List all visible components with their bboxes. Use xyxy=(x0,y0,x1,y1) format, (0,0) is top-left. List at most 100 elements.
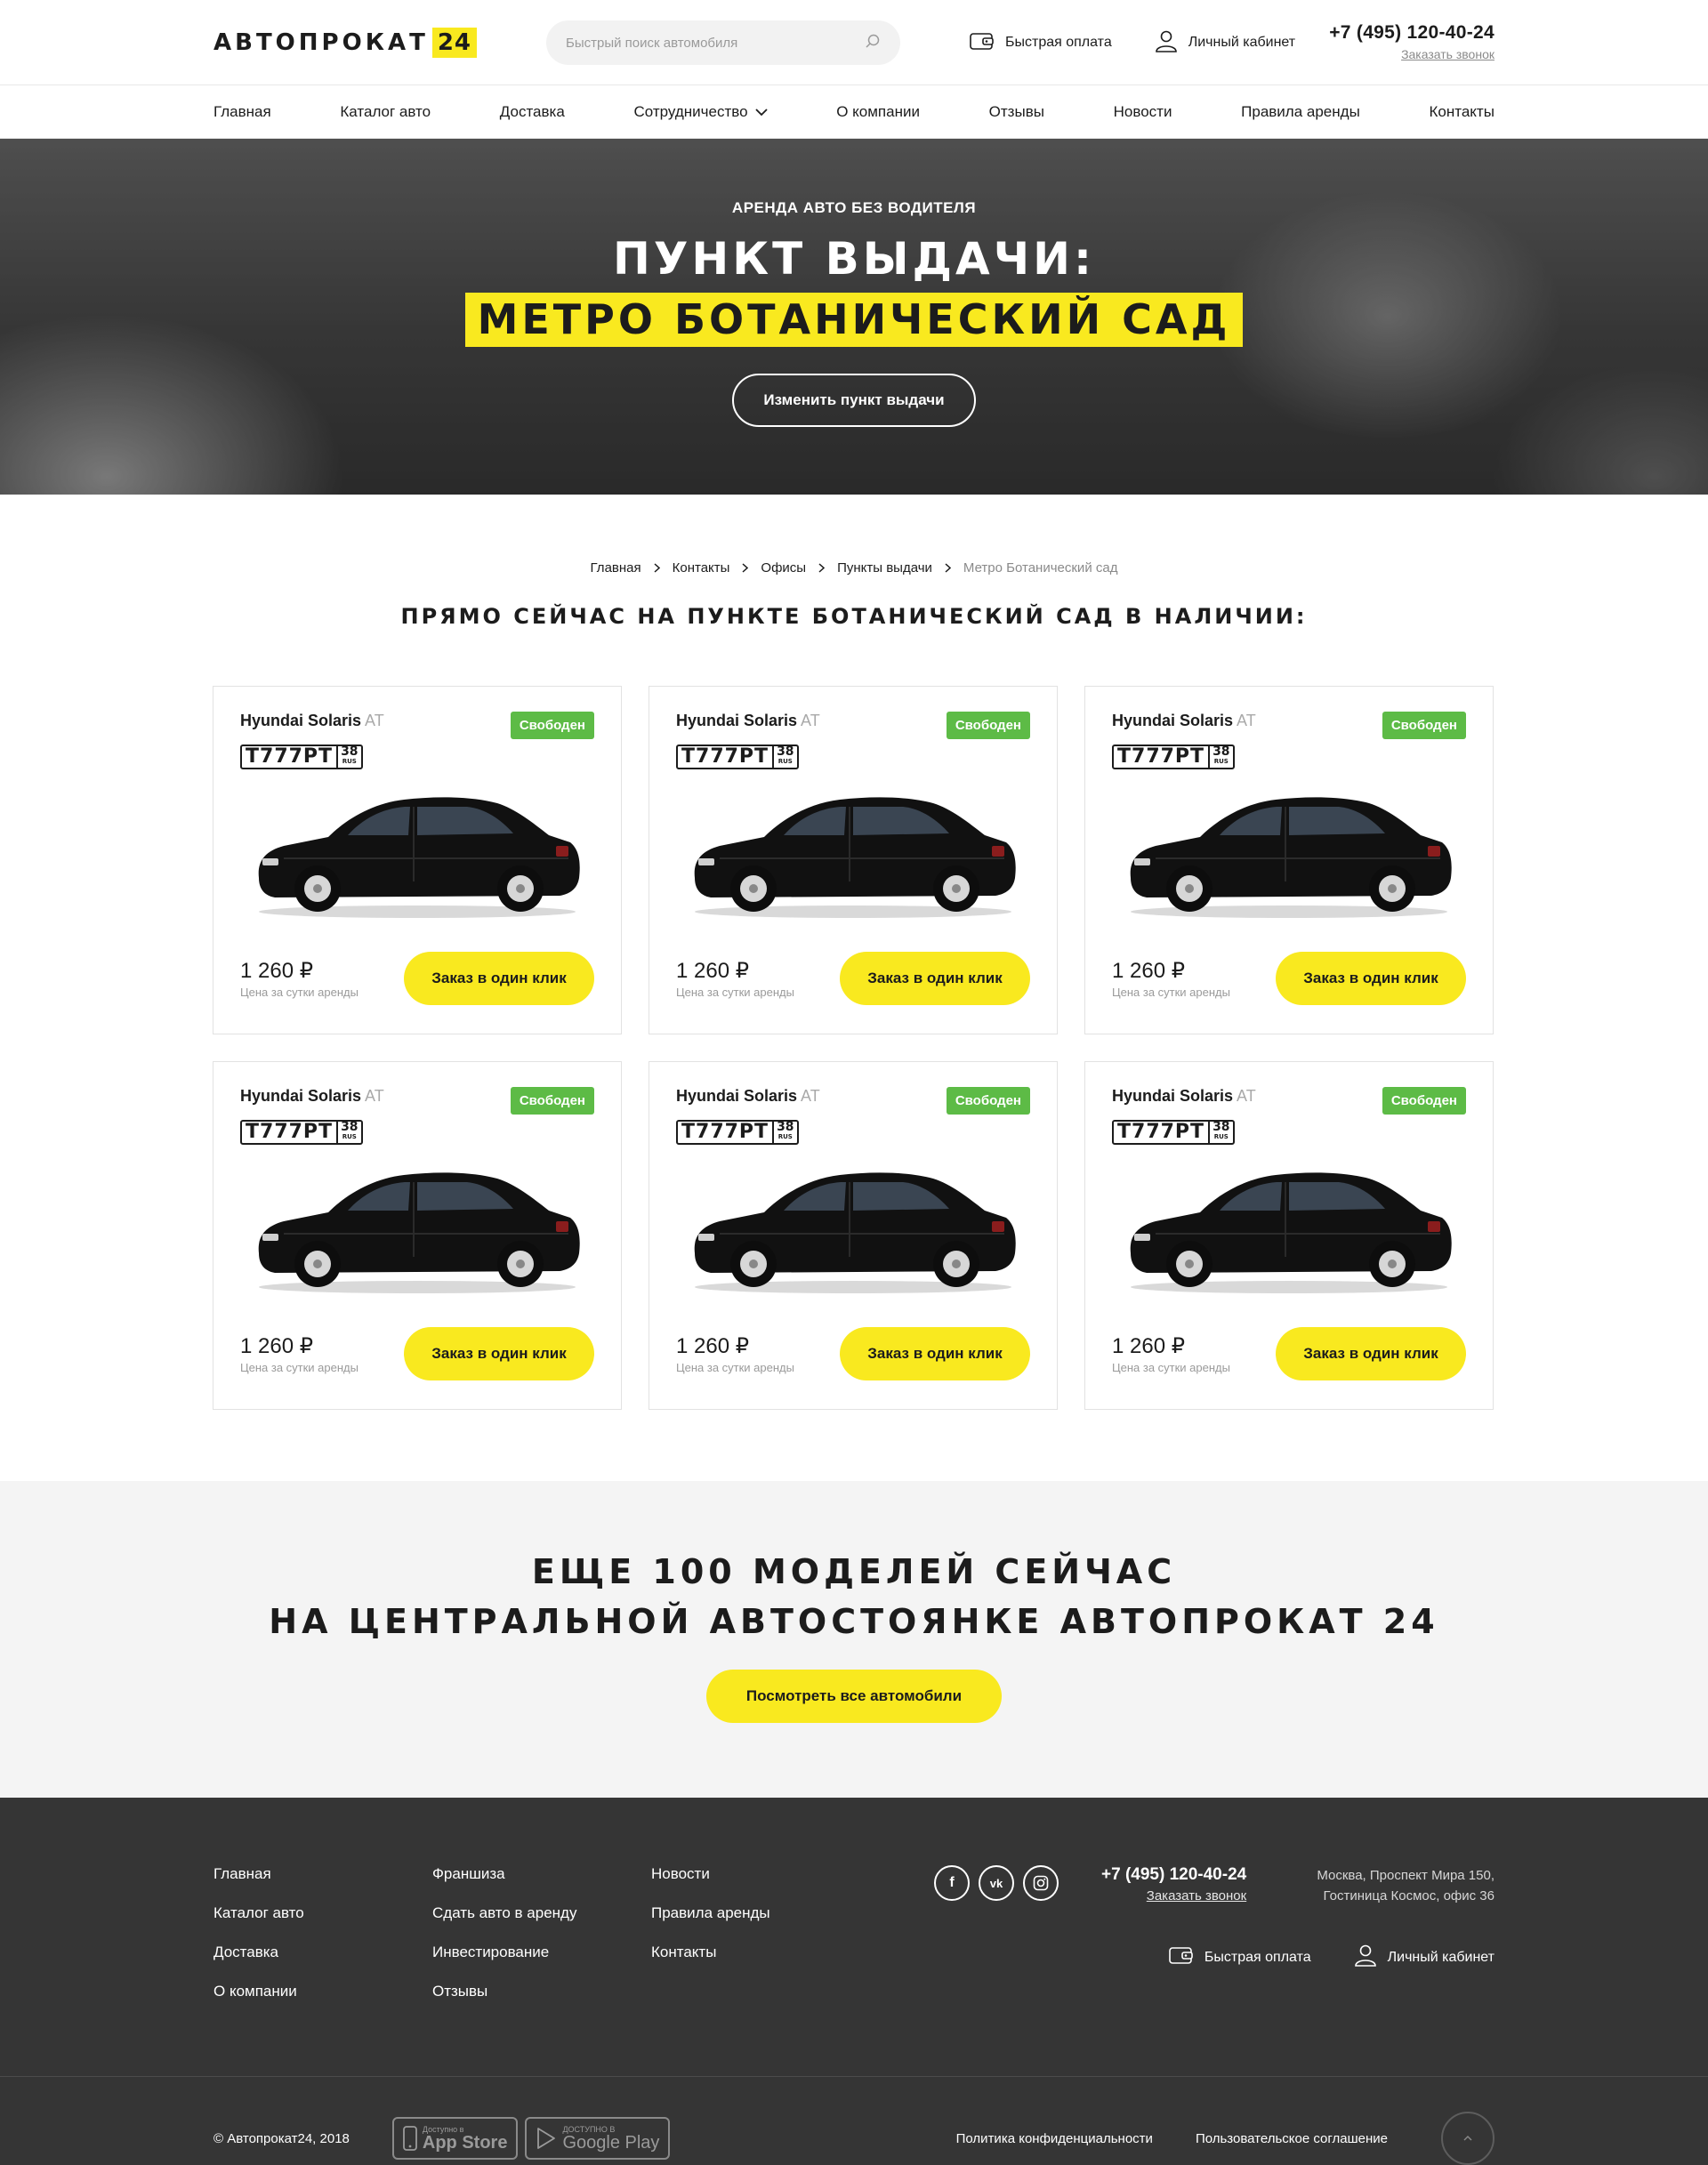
footer-link-investing[interactable]: Инвестирование xyxy=(432,1944,651,1961)
hero-kicker: АРЕНДА АВТО БЕЗ ВОДИТЕЛЯ xyxy=(731,199,977,216)
plate-number: Т777РТ xyxy=(681,1121,769,1143)
privacy-policy-link[interactable]: Политика конфиденциальности xyxy=(956,2131,1153,2146)
footer-address: Москва, Проспект Мира 150, Гостиница Кос… xyxy=(1317,1865,1494,1906)
nav-item-rules[interactable]: Правила аренды xyxy=(1241,103,1360,121)
breadcrumb-item[interactable]: Главная xyxy=(591,560,641,575)
car-name: Hyundai Solaris AT xyxy=(240,1087,384,1106)
search-icon[interactable] xyxy=(865,33,881,53)
breadcrumb-item[interactable]: Контакты xyxy=(673,560,730,575)
footer-link-contacts[interactable]: Контакты xyxy=(651,1944,870,1961)
one-click-order-button[interactable]: Заказ в один клик xyxy=(1276,1327,1466,1380)
chevron-right-icon xyxy=(818,563,826,573)
footer-nav-col3: Новости Правила аренды Контакты xyxy=(651,1865,870,2022)
car-transmission: AT xyxy=(365,1087,384,1105)
plate-region-code: 38 xyxy=(777,744,794,759)
car-card[interactable]: Hyundai Solaris AT Свободен Т777РТ 38 RUS … xyxy=(649,1061,1058,1410)
price: 1 260 ₽ xyxy=(676,1334,749,1358)
car-image xyxy=(1130,1172,1452,1293)
user-icon xyxy=(1155,29,1188,57)
car-model: Hyundai Solaris xyxy=(676,712,798,729)
license-plate: Т777РТ 38 RUS xyxy=(1112,1120,1235,1145)
one-click-order-button[interactable]: Заказ в один клик xyxy=(404,952,594,1005)
license-plate: Т777РТ 38 RUS xyxy=(240,1120,363,1145)
footer-link-delivery[interactable]: Доставка xyxy=(214,1944,432,1961)
google-play-badge[interactable]: ДОСТУПНО В Google Play xyxy=(525,2117,671,2160)
personal-cabinet-link[interactable]: Личный кабинет xyxy=(1155,29,1295,57)
facebook-icon[interactable]: f xyxy=(934,1865,970,1901)
nav-item-reviews[interactable]: Отзывы xyxy=(989,103,1044,121)
car-name: Hyundai Solaris AT xyxy=(240,712,384,730)
nav-item-catalog[interactable]: Каталог авто xyxy=(340,103,431,121)
plate-country: RUS xyxy=(1213,758,1229,765)
footer-link-reviews[interactable]: Отзывы xyxy=(432,1983,651,2000)
car-card[interactable]: Hyundai Solaris AT Свободен Т777РТ 38 RUS … xyxy=(1084,686,1494,1034)
footer-nav-col2: Франшиза Сдать авто в аренду Инвестирова… xyxy=(432,1865,651,2022)
car-transmission: AT xyxy=(365,712,384,729)
nav-item-delivery[interactable]: Доставка xyxy=(500,103,565,121)
car-card[interactable]: Hyundai Solaris AT Свободен Т777РТ 38 RUS … xyxy=(1084,1061,1494,1410)
car-image xyxy=(258,797,580,918)
view-all-cars-button[interactable]: Посмотреть все автомобили xyxy=(706,1670,1002,1723)
nav-item-contacts[interactable]: Контакты xyxy=(1429,103,1494,121)
breadcrumb-item[interactable]: Офисы xyxy=(761,560,806,575)
plate-number: Т777РТ xyxy=(246,1121,334,1143)
footer-cabinet-link[interactable]: Личный кабинет xyxy=(1354,1944,1494,1971)
chevron-right-icon xyxy=(654,563,660,573)
app-store-badge[interactable]: Доступно в App Store xyxy=(391,2117,519,2160)
footer-link-home[interactable]: Главная xyxy=(214,1865,432,1883)
license-plate: Т777РТ 38 RUS xyxy=(240,744,363,769)
wallet-icon xyxy=(1169,1945,1204,1969)
more-title-line1: ЕЩЕ 100 МОДЕЛЕЙ СЕЙЧАС xyxy=(531,1552,1177,1591)
footer-quick-pay-link[interactable]: Быстрая оплата xyxy=(1169,1944,1311,1971)
footer-link-catalog[interactable]: Каталог авто xyxy=(214,1904,432,1922)
footer-link-rules[interactable]: Правила аренды xyxy=(651,1904,870,1922)
car-card[interactable]: Hyundai Solaris AT Свободен Т777РТ 38 RUS … xyxy=(213,1061,622,1410)
more-cars-section: ЕЩЕ 100 МОДЕЛЕЙ СЕЙЧАС НА ЦЕНТРАЛЬНОЙ АВ… xyxy=(0,1481,1708,1798)
price-block: 1 260 ₽ Цена за сутки аренды xyxy=(676,958,794,999)
user-agreement-link[interactable]: Пользовательское соглашение xyxy=(1196,2131,1388,2146)
plate-region-code: 38 xyxy=(1213,744,1230,759)
quick-pay-label: Быстрая оплата xyxy=(1005,35,1112,50)
car-card[interactable]: Hyundai Solaris AT Свободен Т777РТ 38 RUS … xyxy=(649,686,1058,1034)
breadcrumb-item[interactable]: Пункты выдачи xyxy=(837,560,932,575)
search-input[interactable] xyxy=(566,35,865,51)
change-pickup-point-button[interactable]: Изменить пункт выдачи xyxy=(732,373,976,427)
one-click-order-button[interactable]: Заказ в один клик xyxy=(840,952,1030,1005)
logo[interactable]: АВТОПРОКАТ 24 xyxy=(214,28,477,58)
footer-link-rent-out[interactable]: Сдать авто в аренду xyxy=(432,1904,651,1922)
price-note: Цена за сутки аренды xyxy=(676,1361,794,1374)
instagram-icon[interactable] xyxy=(1023,1865,1059,1901)
car-name: Hyundai Solaris AT xyxy=(676,1087,820,1106)
car-name: Hyundai Solaris AT xyxy=(1112,712,1256,730)
car-transmission: AT xyxy=(801,712,820,729)
nav-item-home[interactable]: Главная xyxy=(214,103,271,121)
vk-icon[interactable]: vk xyxy=(979,1865,1014,1901)
social-links: f vk xyxy=(934,1865,1059,1901)
footer-address-line2: Гостиница Космос, офис 36 xyxy=(1323,1888,1494,1903)
footer-callback-link[interactable]: Заказать звонок xyxy=(1147,1888,1246,1903)
car-card[interactable]: Hyundai Solaris AT Свободен Т777РТ 38 RUS … xyxy=(213,686,622,1034)
quick-pay-link[interactable]: Быстрая оплата xyxy=(970,31,1112,55)
hero-banner: АРЕНДА АВТО БЕЗ ВОДИТЕЛЯ ПУНКТ ВЫДАЧИ: М… xyxy=(0,139,1708,495)
price: 1 260 ₽ xyxy=(1112,959,1185,983)
one-click-order-button[interactable]: Заказ в один клик xyxy=(840,1327,1030,1380)
footer-link-about[interactable]: О компании xyxy=(214,1983,432,2000)
scroll-to-top-button[interactable] xyxy=(1441,2112,1494,2165)
price-note: Цена за сутки аренды xyxy=(240,986,359,999)
footer-link-franchise[interactable]: Франшиза xyxy=(432,1865,651,1883)
one-click-order-button[interactable]: Заказ в один клик xyxy=(1276,952,1466,1005)
header-phone[interactable]: +7 (495) 120-40-24 xyxy=(1329,22,1494,44)
play-icon xyxy=(537,2128,556,2149)
nav-item-about[interactable]: О компании xyxy=(836,103,920,121)
chevron-up-icon xyxy=(1463,2136,1472,2141)
nav-item-cooperation[interactable]: Сотрудничество xyxy=(633,103,768,121)
copyright: © Автопрокат24, 2018 xyxy=(214,2130,350,2146)
nav-item-news[interactable]: Новости xyxy=(1114,103,1172,121)
one-click-order-button[interactable]: Заказ в один клик xyxy=(404,1327,594,1380)
price: 1 260 ₽ xyxy=(240,1334,313,1358)
footer-link-news[interactable]: Новости xyxy=(651,1865,870,1883)
header-callback-link[interactable]: Заказать звонок xyxy=(1401,47,1494,61)
chevron-right-icon xyxy=(945,563,951,573)
hero-title: ПУНКТ ВЫДАЧИ: xyxy=(612,233,1095,285)
footer-phone[interactable]: +7 (495) 120-40-24 xyxy=(1101,1865,1246,1885)
